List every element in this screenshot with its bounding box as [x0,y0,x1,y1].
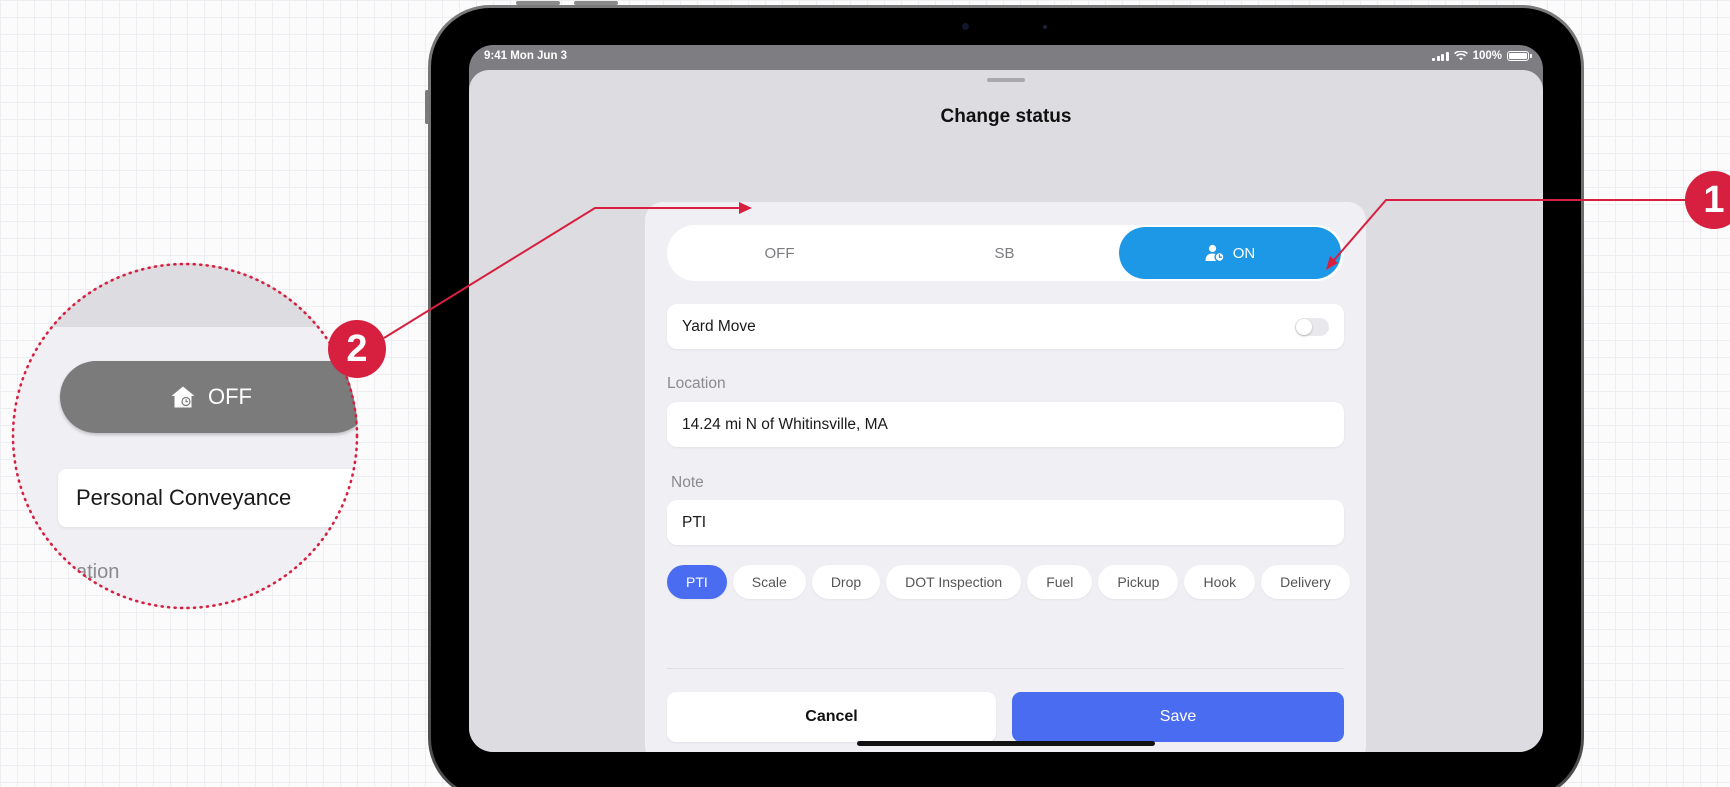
segment-sb-label: SB [994,244,1015,262]
chip-delivery[interactable]: Delivery [1261,565,1350,599]
volume-button [516,1,560,5]
segment-off[interactable]: OFF [667,225,892,281]
camera-sensor [1043,25,1047,29]
change-status-sheet: Change status OFF SB ON Yard Move Locati… [469,70,1543,752]
location-value: 14.24 mi N of Whitinsville, MA [682,415,888,433]
note-label: Note [671,474,704,491]
magnifier-ring [11,262,359,610]
front-camera [962,23,969,30]
yard-move-label: Yard Move [682,317,756,335]
sheet-title: Change status [940,106,1072,127]
actions-divider [667,668,1344,669]
home-indicator [857,741,1155,746]
callout-badge-1: 1 [1685,171,1730,229]
status-time: 9:41 Mon Jun 3 [484,50,568,62]
status-form-card: OFF SB ON Yard Move Location 14.24 mi N … [645,202,1366,752]
top-button [425,90,429,124]
segment-sb[interactable]: SB [892,225,1117,281]
sheet-grabber[interactable] [987,78,1025,82]
volume-button [574,1,618,5]
chip-fuel[interactable]: Fuel [1027,565,1093,599]
chip-scale[interactable]: Scale [732,565,806,599]
yard-move-toggle[interactable] [1295,317,1329,336]
wifi-icon [1453,51,1468,61]
segment-off-label: OFF [764,244,795,262]
status-bar: 9:41 Mon Jun 3 100% [469,45,1543,70]
cancel-button[interactable]: Cancel [667,692,996,742]
yard-move-row: Yard Move [667,304,1344,349]
tablet-screen: 9:41 Mon Jun 3 100% Change status OFF SB… [469,45,1543,752]
status-right: 100% [1432,50,1532,62]
location-label: Location [667,375,726,392]
save-button[interactable]: Save [1012,692,1344,742]
segment-on-label: ON [1232,244,1256,262]
chip-drop[interactable]: Drop [811,565,881,599]
status-segmented-control: OFF SB ON [667,225,1344,281]
note-value: PTI [682,513,707,531]
battery-percent: 100% [1472,50,1502,62]
chip-dot-inspection[interactable]: DOT Inspection [886,565,1022,599]
segment-on[interactable]: ON [1119,227,1341,279]
cellular-signal-icon [1432,51,1449,61]
note-field[interactable]: PTI [667,500,1344,545]
location-field[interactable]: 14.24 mi N of Whitinsville, MA [667,402,1344,447]
battery-icon [1507,51,1532,61]
chip-pti[interactable]: PTI [667,565,727,599]
note-quick-chips: PTI Scale Drop DOT Inspection Fuel Picku… [667,565,1350,599]
callout-badge-2: 2 [328,320,386,378]
chip-pickup[interactable]: Pickup [1098,565,1179,599]
driver-clock-icon [1205,244,1225,262]
chip-hook[interactable]: Hook [1184,565,1256,599]
